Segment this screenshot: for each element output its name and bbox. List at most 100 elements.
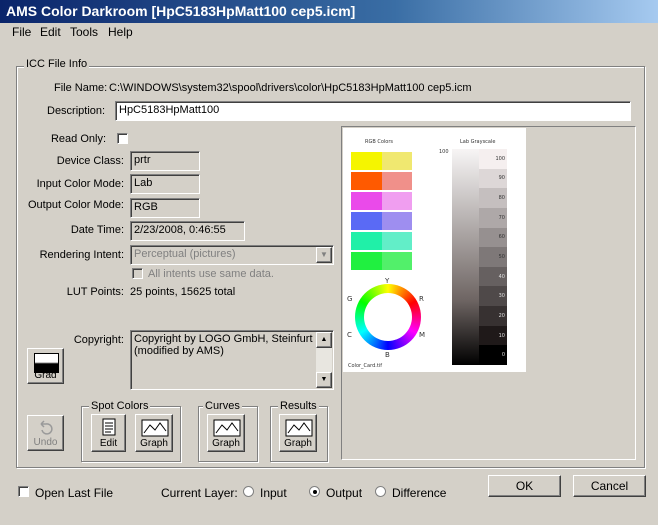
input-mode-label: Input Color Mode: <box>36 178 124 190</box>
gray-step: 10 <box>479 325 507 346</box>
gray-ramp-steps: 100 90 80 70 60 50 40 30 20 10 0 <box>479 149 507 365</box>
gray-step: 0 <box>479 345 507 365</box>
date-time-label: Date Time: <box>70 224 124 236</box>
wheel-label-b: B <box>385 351 390 359</box>
gray-step-label: 30 <box>498 293 505 300</box>
copyright-scrollbar[interactable]: ▲ ▼ <box>316 332 332 388</box>
lab-grayscale-title: Lab Grayscale <box>460 139 496 145</box>
gray-step-label: 40 <box>498 273 505 280</box>
copyright-field[interactable]: Copyright by LOGO GmbH, Steinfurt (modif… <box>130 330 334 390</box>
description-field[interactable]: HpC5183HpMatt100 <box>115 101 631 121</box>
layer-output-label: Output <box>326 486 363 500</box>
layer-input-radio[interactable] <box>243 486 254 497</box>
wheel-label-y: Y <box>385 277 390 285</box>
window-title: AMS Color Darkroom [HpC5183HpMatt100 cep… <box>0 0 658 23</box>
menu-file[interactable]: File <box>12 25 31 39</box>
preview-panel: RGB Colors Lab Grayscale 100 100 90 80 70 60… <box>341 126 636 460</box>
rgb-colors-title: RGB Colors <box>365 139 394 145</box>
grad-button[interactable]: Grad <box>27 348 64 384</box>
menu-tools[interactable]: Tools <box>70 25 98 39</box>
ok-button[interactable]: OK <box>488 475 561 497</box>
lut-points-label: LUT Points: <box>66 286 124 298</box>
gray-ramp-continuous <box>452 149 479 365</box>
scroll-up-icon[interactable]: ▲ <box>316 332 332 348</box>
scroll-down-icon[interactable]: ▼ <box>316 372 332 388</box>
rgb-swatch <box>351 192 382 210</box>
device-class-label: Device Class: <box>56 155 124 167</box>
gray-top-label: 100 <box>439 149 449 155</box>
document-icon <box>102 418 116 436</box>
wheel-label-r: R <box>419 295 424 303</box>
menu-bar: File Edit Tools Help <box>0 23 658 41</box>
gray-step: 20 <box>479 306 507 326</box>
cancel-button[interactable]: Cancel <box>573 475 646 497</box>
spot-graph-button[interactable]: Graph <box>135 414 173 452</box>
gray-step-label: 90 <box>498 175 505 182</box>
rgb-swatch <box>351 232 382 250</box>
copyright-text: Copyright by LOGO GmbH, Steinfurt (modif… <box>134 333 313 357</box>
wheel-label-c: C <box>347 331 352 339</box>
layer-difference-label: Difference <box>392 486 447 500</box>
gray-step-label: 10 <box>498 332 505 339</box>
curves-label: Curves <box>203 400 242 412</box>
results-graph-button[interactable]: Graph <box>279 414 317 452</box>
read-only-label: Read Only: <box>50 133 106 145</box>
rgb-swatch-adjusted <box>382 152 412 170</box>
grayscale-ramp: 100 90 80 70 60 50 40 30 20 10 0 <box>452 149 507 365</box>
device-class-field: prtr <box>130 151 200 171</box>
color-wheel <box>355 284 421 350</box>
rendering-intent-select[interactable]: Perceptual (pictures) ▼ <box>130 245 334 265</box>
gray-step: 80 <box>479 188 507 208</box>
spot-edit-button[interactable]: Edit <box>91 414 126 452</box>
input-mode-field: Lab <box>130 174 200 194</box>
file-name-label: File Name: <box>54 82 108 94</box>
menu-help[interactable]: Help <box>108 25 133 39</box>
gray-step: 90 <box>479 168 507 189</box>
read-only-checkbox[interactable] <box>117 133 128 144</box>
icc-group-label: ICC File Info <box>24 58 90 70</box>
rgb-swatch <box>351 152 382 170</box>
graph-icon <box>141 419 169 437</box>
gray-step: 40 <box>479 266 507 287</box>
gray-step-label: 20 <box>498 312 505 319</box>
gray-step: 70 <box>479 207 507 228</box>
spot-colors-label: Spot Colors <box>89 400 151 412</box>
rgb-swatch-adjusted <box>382 252 412 270</box>
rgb-swatch <box>351 212 382 230</box>
gray-step-label: 60 <box>498 234 505 241</box>
rgb-swatch-adjusted <box>382 172 412 190</box>
color-card-caption: Color_Card.tif <box>348 363 382 369</box>
date-time-field: 2/23/2008, 0:46:55 <box>130 221 245 241</box>
rendering-intent-value: Perceptual (pictures) <box>134 248 236 260</box>
gray-step-label: 0 <box>501 352 505 359</box>
rgb-swatch <box>351 172 382 190</box>
wheel-label-g: G <box>347 295 353 303</box>
description-label: Description: <box>47 105 106 117</box>
current-layer-label: Current Layer: <box>161 486 238 500</box>
menu-edit[interactable]: Edit <box>40 25 61 39</box>
gray-step-label: 50 <box>498 253 505 260</box>
layer-input-label: Input <box>260 486 287 500</box>
layer-difference-radio[interactable] <box>375 486 386 497</box>
gray-step-label: 100 <box>495 155 505 162</box>
color-card-image: RGB Colors Lab Grayscale 100 100 90 80 70 60… <box>343 128 526 372</box>
layer-output-radio[interactable] <box>309 486 320 497</box>
rgb-swatch <box>351 252 382 270</box>
rgb-swatch-adjusted <box>382 192 412 210</box>
lut-points-value: 25 points, 15625 total <box>130 286 236 298</box>
rgb-swatch-adjusted <box>382 212 412 230</box>
open-last-file-checkbox[interactable] <box>18 486 29 497</box>
undo-icon <box>40 420 53 435</box>
copyright-label: Copyright: <box>73 334 124 346</box>
output-mode-field: RGB <box>130 198 200 218</box>
graph-icon <box>213 419 241 437</box>
chevron-down-icon[interactable]: ▼ <box>316 247 332 263</box>
rgb-swatch-adjusted <box>382 232 412 250</box>
curves-graph-button[interactable]: Graph <box>207 414 245 452</box>
all-intents-checkbox[interactable] <box>132 268 143 279</box>
all-intents-label: All intents use same data. <box>148 268 274 280</box>
graph-icon <box>285 419 313 437</box>
gray-step: 100 <box>479 149 507 169</box>
gray-step-label: 80 <box>498 195 505 202</box>
undo-button[interactable]: Undo <box>27 415 64 451</box>
